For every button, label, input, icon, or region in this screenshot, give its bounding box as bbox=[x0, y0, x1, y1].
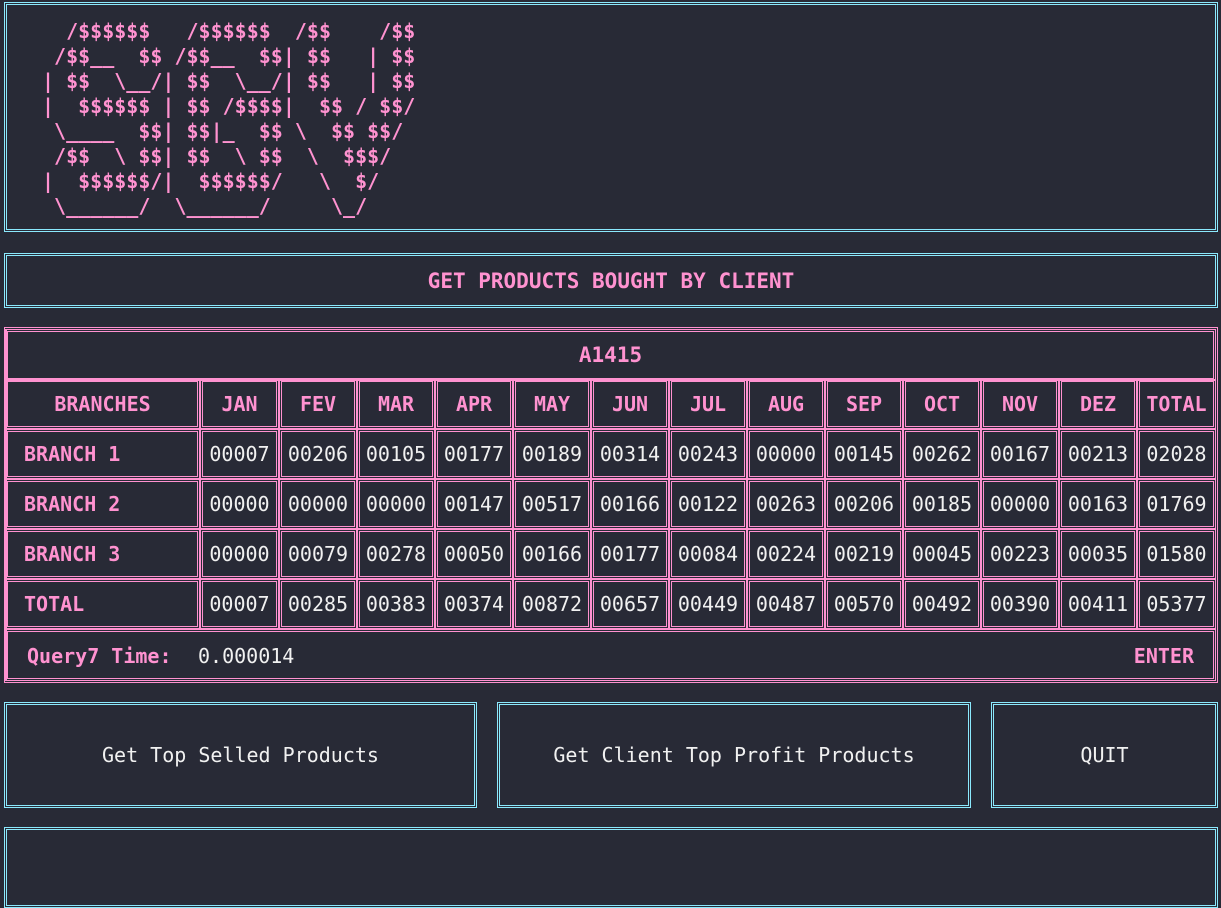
status-panel bbox=[4, 827, 1218, 908]
ascii-logo: /$$$$$$ /$$$$$$ /$$ /$$ /$$__ $$ /$$__ $… bbox=[42, 19, 416, 218]
table-cell: 00383 bbox=[357, 579, 435, 629]
column-header-dez: DEZ bbox=[1059, 379, 1137, 429]
column-header-fev: FEV bbox=[279, 379, 357, 429]
table-cell: 00263 bbox=[747, 479, 825, 529]
table-cell: 00000 bbox=[279, 479, 357, 529]
table-cell: 00035 bbox=[1059, 529, 1137, 579]
table-cell: 00872 bbox=[513, 579, 591, 629]
table-cell: 00219 bbox=[825, 529, 903, 579]
column-header-total: TOTAL bbox=[1137, 379, 1216, 429]
table-cell: 00314 bbox=[591, 429, 669, 479]
table-cell: 00084 bbox=[669, 529, 747, 579]
table-cell: 00657 bbox=[591, 579, 669, 629]
table-cell: 00000 bbox=[200, 529, 279, 579]
table-cell: 00050 bbox=[435, 529, 513, 579]
table-cell: 00000 bbox=[357, 479, 435, 529]
table-cell: 00213 bbox=[1059, 429, 1137, 479]
table-cell: 00166 bbox=[591, 479, 669, 529]
table-cell: 05377 bbox=[1137, 579, 1216, 629]
table-cell: 00487 bbox=[747, 579, 825, 629]
enter-button[interactable]: ENTER bbox=[1134, 644, 1194, 668]
row-label: BRANCH 2 bbox=[5, 479, 200, 529]
table-cell: 00492 bbox=[903, 579, 981, 629]
table-cell: 00411 bbox=[1059, 579, 1137, 629]
table-footer: Query7 Time: 0.000014 ENTER bbox=[5, 629, 1216, 681]
table-cell: 01580 bbox=[1137, 529, 1216, 579]
column-header-branches: BRANCHES bbox=[5, 379, 200, 429]
column-header-may: MAY bbox=[513, 379, 591, 429]
table-cell: 00223 bbox=[981, 529, 1059, 579]
table-cell: 00449 bbox=[669, 579, 747, 629]
table-cell: 00167 bbox=[981, 429, 1059, 479]
column-header-oct: OCT bbox=[903, 379, 981, 429]
table-cell: 00163 bbox=[1059, 479, 1137, 529]
table-cell: 02028 bbox=[1137, 429, 1216, 479]
quit-button[interactable]: QUIT bbox=[991, 702, 1218, 808]
column-header-jul: JUL bbox=[669, 379, 747, 429]
table-cell: 00177 bbox=[591, 529, 669, 579]
query-time-label: Query7 Time: bbox=[27, 644, 172, 668]
table-cell: 00145 bbox=[825, 429, 903, 479]
query-time-value: 0.000014 bbox=[198, 644, 295, 668]
table-cell: 00570 bbox=[825, 579, 903, 629]
column-header-nov: NOV bbox=[981, 379, 1059, 429]
column-header-apr: APR bbox=[435, 379, 513, 429]
table-cell: 00147 bbox=[435, 479, 513, 529]
table-cell: 00243 bbox=[669, 429, 747, 479]
table-cell: 00285 bbox=[279, 579, 357, 629]
table-cell: 00000 bbox=[200, 479, 279, 529]
get-client-top-profit-products-button[interactable]: Get Client Top Profit Products bbox=[497, 702, 971, 808]
table-cell: 00122 bbox=[669, 479, 747, 529]
table-cell: 00185 bbox=[903, 479, 981, 529]
column-header-sep: SEP bbox=[825, 379, 903, 429]
table-cell: 00177 bbox=[435, 429, 513, 479]
row-label: TOTAL bbox=[5, 579, 200, 629]
column-header-mar: MAR bbox=[357, 379, 435, 429]
table-cell: 00206 bbox=[825, 479, 903, 529]
row-label: BRANCH 3 bbox=[5, 529, 200, 579]
column-header-aug: AUG bbox=[747, 379, 825, 429]
table-cell: 00390 bbox=[981, 579, 1059, 629]
table-cell: 00045 bbox=[903, 529, 981, 579]
table-cell: 00079 bbox=[279, 529, 357, 579]
client-code-header: A1415 bbox=[5, 329, 1216, 381]
table-cell: 00374 bbox=[435, 579, 513, 629]
table-cell: 00517 bbox=[513, 479, 591, 529]
table-cell: 00278 bbox=[357, 529, 435, 579]
table-cell: 00166 bbox=[513, 529, 591, 579]
table-cell: 00189 bbox=[513, 429, 591, 479]
table-cell: 00000 bbox=[747, 429, 825, 479]
get-top-sold-products-button[interactable]: Get Top Selled Products bbox=[4, 702, 477, 808]
table-cell: 00105 bbox=[357, 429, 435, 479]
column-header-jan: JAN bbox=[200, 379, 279, 429]
table-cell: 00262 bbox=[903, 429, 981, 479]
table-cell: 00000 bbox=[981, 479, 1059, 529]
page-title: GET PRODUCTS BOUGHT BY CLIENT bbox=[427, 268, 795, 293]
table-cell: 00007 bbox=[200, 579, 279, 629]
table-cell: 01769 bbox=[1137, 479, 1216, 529]
table-cell: 00007 bbox=[200, 429, 279, 479]
row-label: BRANCH 1 bbox=[5, 429, 200, 479]
table-cell: 00206 bbox=[279, 429, 357, 479]
table-cell: 00224 bbox=[747, 529, 825, 579]
title-panel: GET PRODUCTS BOUGHT BY CLIENT bbox=[4, 253, 1218, 308]
logo-panel: /$$$$$$ /$$$$$$ /$$ /$$ /$$__ $$ /$$__ $… bbox=[4, 2, 1218, 232]
column-header-jun: JUN bbox=[591, 379, 669, 429]
